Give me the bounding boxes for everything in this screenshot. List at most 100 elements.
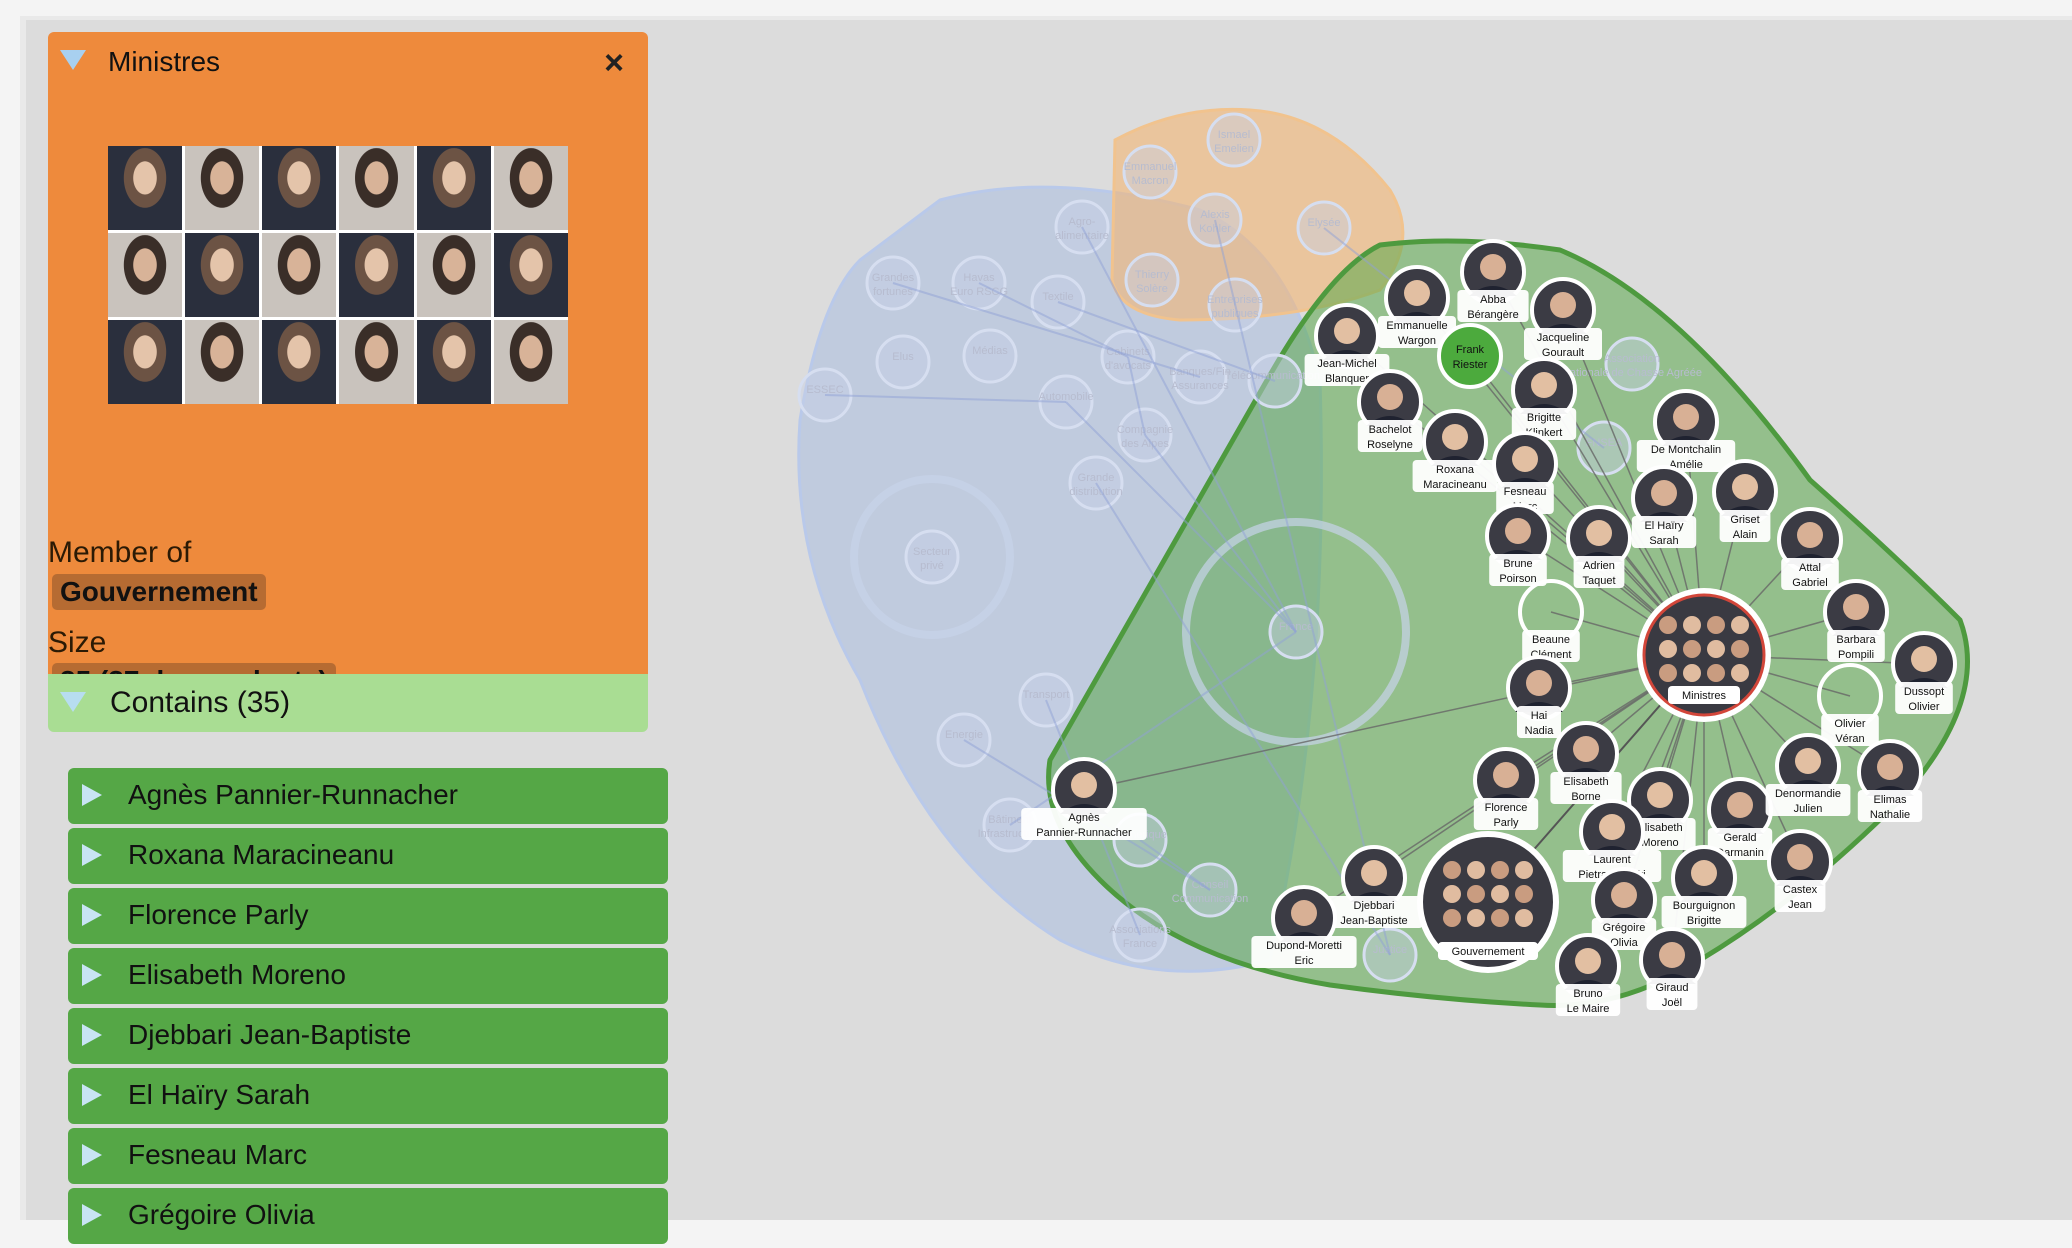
node-label: Poirson	[1499, 573, 1536, 585]
person-node[interactable]: BrigitteKlinkert	[1511, 357, 1577, 440]
node-label: Castex	[1783, 884, 1818, 896]
avatar-face	[1727, 792, 1753, 818]
node-label: Joël	[1662, 997, 1682, 1009]
node-label: Alain	[1733, 529, 1757, 541]
node-label: Eric	[1295, 955, 1314, 967]
faint-node-label: Textile	[1042, 291, 1073, 303]
close-icon[interactable]: ×	[604, 44, 624, 83]
expand-arrow-icon[interactable]	[82, 1084, 102, 1106]
faint-node[interactable]: Secteur privé	[904, 529, 960, 585]
faint-node[interactable]: Ismael Emelien	[1206, 112, 1262, 168]
collapse-triangle-icon[interactable]	[60, 50, 86, 70]
hub-node-ministres[interactable]: Ministres	[1637, 588, 1771, 722]
avatar-face	[1291, 900, 1317, 926]
person-node[interactable]: Barbara Pompili	[1823, 579, 1889, 662]
person-node[interactable]: Abba Bérangère	[1457, 239, 1529, 322]
person-node[interactable]: Bachelot Roselyne	[1357, 369, 1423, 452]
person-node[interactable]: Dussopt Olivier	[1891, 631, 1957, 714]
faint-node[interactable]: Médias	[962, 328, 1018, 384]
node-label: Beaune	[1532, 634, 1570, 646]
expand-arrow-icon[interactable]	[82, 1204, 102, 1226]
collapse-triangle-icon[interactable]	[60, 692, 86, 712]
person-node[interactable]: Castex Jean	[1767, 829, 1833, 912]
person-node[interactable]: Elisabeth Borne	[1550, 721, 1622, 804]
node-label: Bachelot	[1369, 424, 1412, 436]
faint-node-label: Ismael	[1218, 129, 1250, 141]
node-label: Agnès	[1068, 812, 1100, 824]
list-item[interactable]: El Haïry Sarah	[68, 1068, 668, 1124]
node-label: Julien	[1794, 803, 1823, 815]
avatar-face	[1673, 404, 1699, 430]
person-node[interactable]: Bruno Le Maire	[1555, 933, 1621, 1016]
faint-node-label: distribution	[1069, 486, 1122, 498]
faint-node-label: Transport	[1023, 689, 1070, 701]
node-label: Gourault	[1542, 347, 1584, 359]
faint-node-label: Macron	[1132, 175, 1169, 187]
person-node[interactable]: GeraldDarmanin	[1707, 777, 1773, 860]
faint-node-label: Emelien	[1214, 143, 1254, 155]
node-label: Pannier-Runnacher	[1036, 827, 1132, 839]
person-node[interactable]: FesneauMarc	[1492, 431, 1558, 514]
avatar-face	[1526, 670, 1552, 696]
person-node[interactable]: Giraud Joël	[1639, 927, 1705, 1010]
expand-arrow-icon[interactable]	[82, 784, 102, 806]
node-label: Barbara	[1836, 634, 1876, 646]
faint-node[interactable]: Elus	[875, 334, 931, 390]
expand-arrow-icon[interactable]	[82, 844, 102, 866]
node-label: Fesneau	[1504, 486, 1547, 498]
list-item[interactable]: Roxana Maracineanu	[68, 828, 668, 884]
faint-node-label: Agro-	[1069, 216, 1096, 228]
node-label: Jacqueline	[1537, 332, 1590, 344]
node-label: Frank	[1456, 344, 1485, 356]
avatar-face	[1599, 814, 1625, 840]
contains-header[interactable]: Contains (35)	[48, 674, 648, 732]
person-node[interactable]: El Haïry Sarah	[1631, 465, 1697, 548]
faint-node-label: Assurances	[1171, 380, 1229, 392]
person-node[interactable]: Florence Parly	[1473, 747, 1539, 830]
faint-node-label: Grande	[1078, 472, 1115, 484]
list-item[interactable]: Agnès Pannier-Runnacher	[68, 768, 668, 824]
faint-node-label: publiques	[1211, 308, 1259, 320]
person-node[interactable]: Frank Riester	[1437, 323, 1503, 389]
node-label: Elisabeth	[1563, 776, 1608, 788]
member-of-badge[interactable]: Gouvernement	[52, 574, 266, 610]
person-node[interactable]: Griset Alain	[1712, 459, 1778, 542]
list-item[interactable]: Fesneau Marc	[68, 1128, 668, 1184]
node-label: Borne	[1571, 791, 1600, 803]
person-node[interactable]: Attal Gabriel	[1777, 507, 1843, 590]
faint-node-label: Alexis	[1200, 209, 1230, 221]
panel-header[interactable]: Ministres ×	[48, 32, 648, 90]
node-label: Giraud	[1655, 982, 1688, 994]
faint-node[interactable]: Emmanuel Macron	[1122, 144, 1178, 200]
avatar-face	[1797, 522, 1823, 548]
person-node[interactable]: Elimas Nathalie	[1857, 739, 1923, 822]
node-label: Griset	[1730, 514, 1759, 526]
expand-arrow-icon[interactable]	[82, 904, 102, 926]
node-label: Bruno	[1573, 988, 1602, 1000]
person-node[interactable]: Brune Poirson	[1485, 503, 1551, 586]
list-item[interactable]: Grégoire Olivia	[68, 1188, 668, 1244]
avatar-face	[1795, 748, 1821, 774]
node-label: Maracineanu	[1423, 479, 1487, 491]
person-node[interactable]: Hai Nadia	[1506, 655, 1572, 738]
expand-arrow-icon[interactable]	[82, 964, 102, 986]
faint-node-label: France	[1123, 938, 1157, 950]
hub-node-gouvernement[interactable]: Gouvernement	[1417, 831, 1559, 973]
list-item[interactable]: Djebbari Jean-Baptiste	[68, 1008, 668, 1064]
node-label: Wargon	[1398, 335, 1436, 347]
list-item[interactable]: Florence Parly	[68, 888, 668, 944]
node-label: Dupond-Moretti	[1266, 940, 1342, 952]
expand-arrow-icon[interactable]	[82, 1144, 102, 1166]
node-label: Brigitte	[1687, 915, 1721, 927]
avatar-face	[1877, 754, 1903, 780]
faint-node[interactable]: Thierry Solère	[1124, 252, 1180, 308]
avatar-face	[1732, 474, 1758, 500]
list-item[interactable]: Elisabeth Moreno	[68, 948, 668, 1004]
person-node[interactable]: Adrien Taquet	[1566, 505, 1632, 588]
node-label: Gerald	[1723, 832, 1756, 844]
node-label: Hai	[1531, 710, 1548, 722]
expand-arrow-icon[interactable]	[82, 1024, 102, 1046]
faint-node-label: Elysée	[1307, 217, 1340, 229]
avatar-face	[1334, 318, 1360, 344]
node-label: Olivier	[1834, 718, 1866, 730]
